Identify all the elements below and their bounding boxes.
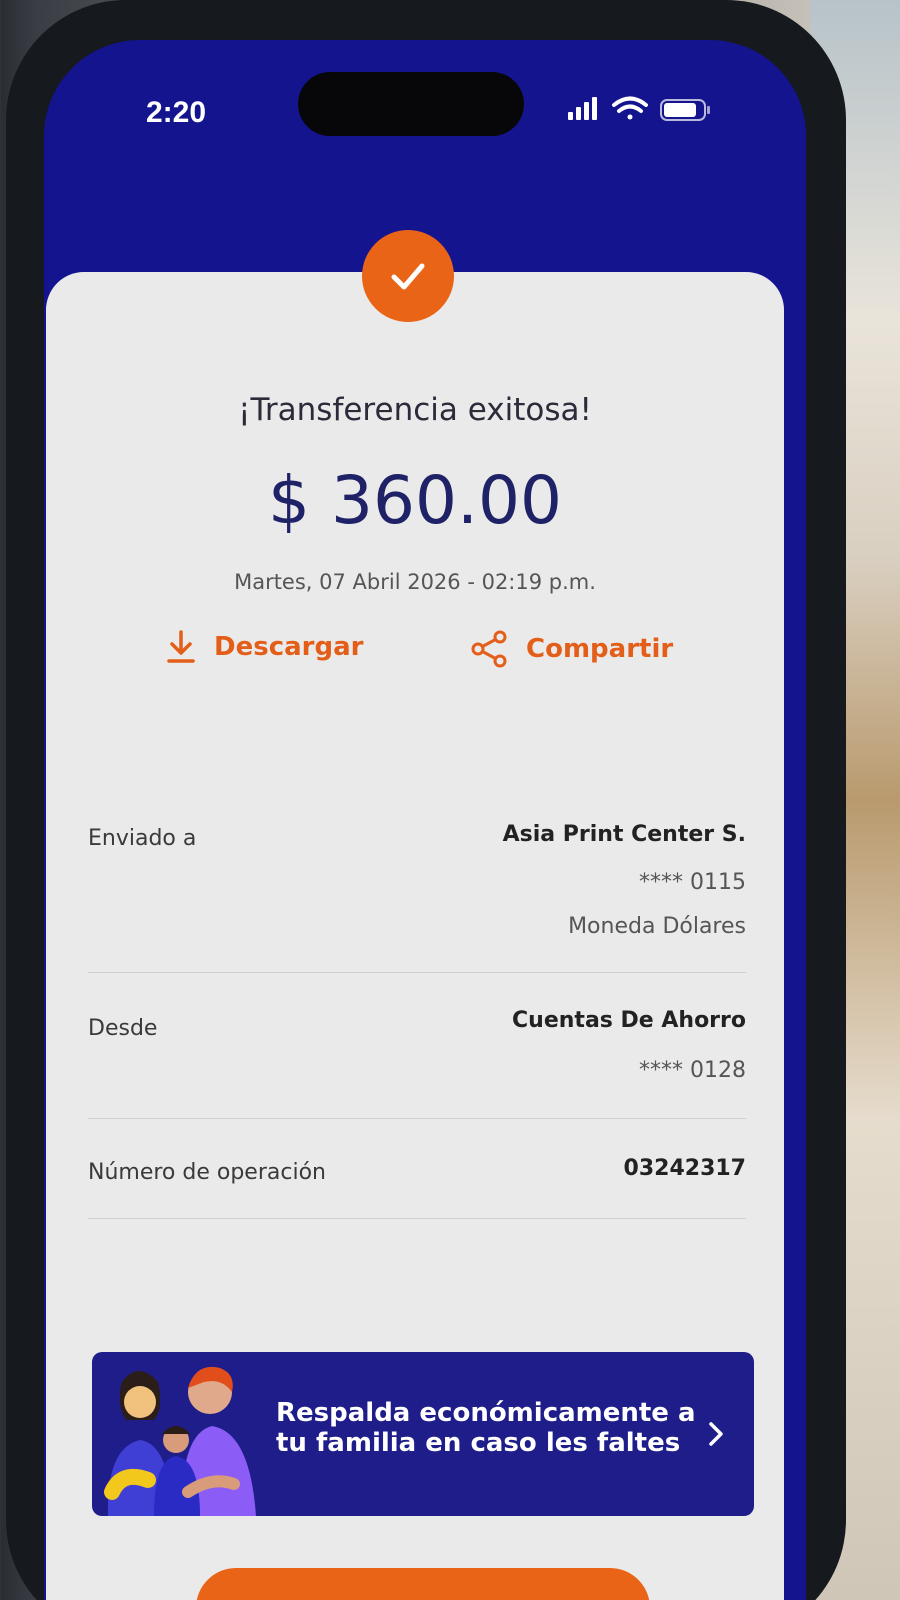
status-icons — [568, 96, 710, 121]
divider — [88, 1118, 746, 1119]
banner-line-2: tu familia en caso les faltes — [276, 1428, 681, 1458]
transfer-datetime: Martes, 07 Abril 2026 - 02:19 p.m. — [234, 570, 596, 594]
family-insurance-banner[interactable]: Respalda económicamente a tu familia en … — [92, 1352, 754, 1516]
recipient-name: Asia Print Center S. — [502, 822, 746, 847]
download-icon — [167, 630, 195, 663]
operation-number: 03242317 — [623, 1156, 746, 1181]
dynamic-island — [298, 72, 524, 136]
operation-label: Número de operación — [88, 1160, 326, 1185]
status-time: 2:20 — [146, 96, 207, 129]
divider — [88, 972, 746, 973]
checkmark-icon — [391, 263, 425, 290]
battery-icon — [660, 99, 710, 121]
share-button[interactable]: Compartir — [470, 630, 673, 668]
share-icon — [471, 630, 507, 668]
signal-icon — [568, 97, 597, 120]
download-label: Descargar — [214, 632, 364, 662]
recipient-currency: Moneda Dólares — [568, 914, 746, 939]
phone-frame: 2:20 ¡Transferencia exitosa! $ 360.00 Ma… — [6, 0, 846, 1600]
recipient-account: **** 0115 — [639, 870, 746, 895]
primary-action-button[interactable] — [196, 1568, 650, 1600]
receipt-card: ¡Transferencia exitosa! $ 360.00 Martes,… — [46, 272, 784, 1600]
divider — [88, 1218, 746, 1219]
from-label: Desde — [88, 1016, 158, 1041]
success-title: ¡Transferencia exitosa! — [238, 392, 592, 428]
source-account-name: Cuentas De Ahorro — [512, 1008, 746, 1033]
transfer-amount: $ 360.00 — [268, 462, 562, 539]
banner-line-1: Respalda económicamente a — [276, 1398, 696, 1428]
chevron-right-icon — [709, 1422, 723, 1446]
download-button[interactable]: Descargar — [166, 630, 363, 664]
source-account-number: **** 0128 — [639, 1058, 746, 1083]
share-label: Compartir — [526, 634, 674, 664]
banner-message: Respalda económicamente a tu familia en … — [276, 1398, 696, 1458]
success-badge — [362, 230, 454, 322]
sent-to-label: Enviado a — [88, 826, 197, 851]
family-illustration — [104, 1366, 256, 1516]
phone-screen: 2:20 ¡Transferencia exitosa! $ 360.00 Ma… — [44, 40, 806, 1600]
wifi-icon — [612, 96, 648, 120]
